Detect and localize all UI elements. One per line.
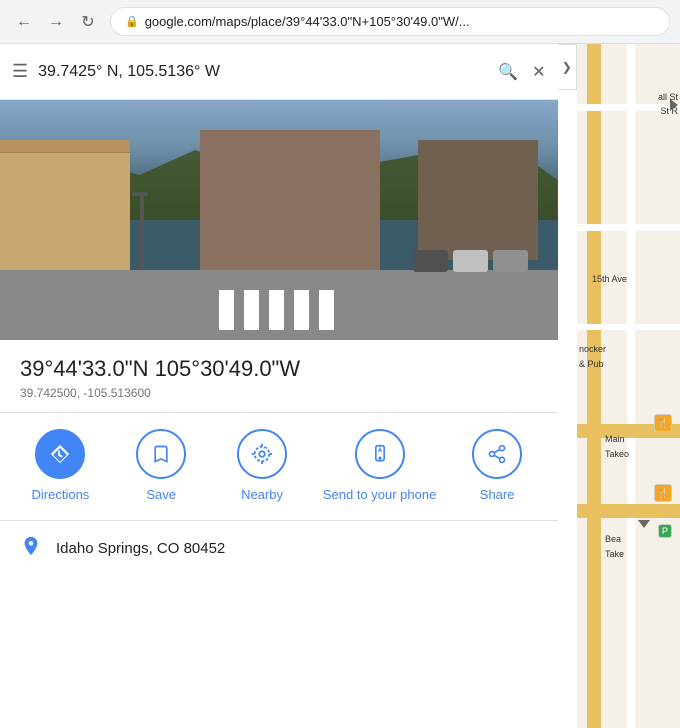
coords-dms: 39°44'33.0"N 105°30'49.0"W xyxy=(20,356,538,382)
map-road-h5 xyxy=(577,504,680,518)
browser-chrome: ← → ↻ 🔒 google.com/maps/place/39°44'33.0… xyxy=(0,0,680,44)
send-to-phone-circle xyxy=(355,429,405,479)
url-text: google.com/maps/place/39°44'33.0"N+105°3… xyxy=(145,14,470,29)
building-left xyxy=(0,150,130,280)
map-poi-green: P xyxy=(658,524,672,538)
search-input[interactable]: 39.7425° N, 105.5136° W xyxy=(38,63,488,81)
map-label-take2: Take xyxy=(605,549,624,559)
car-1 xyxy=(413,250,448,272)
building-left-roof xyxy=(0,140,130,152)
share-label: Share xyxy=(480,487,515,504)
map-poi-fork: 🍴 xyxy=(654,414,672,432)
left-panel: ☰ 39.7425° N, 105.5136° W 🔍 ✕ xyxy=(0,44,558,728)
map-road-h3 xyxy=(577,324,680,330)
action-directions[interactable]: Directions xyxy=(20,429,100,504)
building-right xyxy=(418,140,538,260)
road xyxy=(0,270,558,340)
cars xyxy=(413,250,528,272)
map-label-takeo1: Takeo xyxy=(605,449,629,459)
search-button[interactable]: 🔍 xyxy=(498,62,518,82)
action-save[interactable]: Save xyxy=(121,429,201,504)
directions-icon xyxy=(49,443,71,465)
sv-overlay xyxy=(0,100,558,340)
map-label-pub: & Pub xyxy=(579,359,604,369)
map-road-v1 xyxy=(627,44,635,728)
collapse-panel-button[interactable]: ❯ xyxy=(558,44,577,90)
nearby-label: Nearby xyxy=(241,487,283,504)
main-container: ☰ 39.7425° N, 105.5136° W 🔍 ✕ xyxy=(0,44,680,728)
reload-button[interactable]: ↻ xyxy=(74,8,102,36)
hamburger-icon[interactable]: ☰ xyxy=(12,61,28,82)
save-icon xyxy=(151,444,171,464)
action-send-to-phone[interactable]: Send to your phone xyxy=(323,429,436,504)
send-to-phone-label: Send to your phone xyxy=(323,487,436,504)
coordinates-section: 39°44'33.0"N 105°30'49.0"W 39.742500, -1… xyxy=(0,340,558,413)
map-arrow-right xyxy=(670,99,678,111)
actions-section: Directions Save xyxy=(0,413,558,521)
action-nearby[interactable]: Nearby xyxy=(222,429,302,504)
nearby-circle xyxy=(237,429,287,479)
location-pin-icon xyxy=(20,535,42,563)
street-view-image[interactable] xyxy=(0,100,558,340)
action-share[interactable]: Share xyxy=(457,429,537,504)
share-circle xyxy=(472,429,522,479)
location-text: Idaho Springs, CO 80452 xyxy=(56,540,225,557)
coords-decimal: 39.742500, -105.513600 xyxy=(20,386,538,400)
road-markings xyxy=(219,290,339,330)
map-arrow-down xyxy=(638,520,650,528)
clear-button[interactable]: ✕ xyxy=(532,62,545,82)
car-2 xyxy=(453,250,488,272)
search-bar: ☰ 39.7425° N, 105.5136° W 🔍 ✕ xyxy=(0,44,558,100)
map-label-main: Main xyxy=(605,434,625,444)
forward-button[interactable]: → xyxy=(42,8,70,36)
lamp-post xyxy=(140,192,144,272)
save-label: Save xyxy=(146,487,176,504)
map-poi-fork2: 🍴 xyxy=(654,484,672,502)
map-label-nocker: nocker xyxy=(579,344,606,354)
location-row: Idaho Springs, CO 80452 xyxy=(0,521,558,577)
phone-icon xyxy=(370,444,390,464)
map-label-15th: 15th Ave xyxy=(592,274,627,284)
lock-icon: 🔒 xyxy=(125,15,139,28)
map-label-bea: Bea xyxy=(605,534,621,544)
map-road-h2 xyxy=(577,224,680,231)
back-button[interactable]: ← xyxy=(10,8,38,36)
nav-buttons: ← → ↻ xyxy=(10,8,102,36)
nearby-icon xyxy=(251,443,273,465)
map-panel[interactable]: all St St R 15th Ave Main Takeo nocker &… xyxy=(577,44,680,728)
car-3 xyxy=(493,250,528,272)
save-circle xyxy=(136,429,186,479)
search-icons: 🔍 ✕ xyxy=(498,62,545,82)
share-icon xyxy=(487,444,507,464)
building-center xyxy=(200,130,380,280)
map-road-v2 xyxy=(587,44,601,728)
directions-label: Directions xyxy=(32,487,90,504)
address-bar[interactable]: 🔒 google.com/maps/place/39°44'33.0"N+105… xyxy=(110,7,670,36)
directions-circle xyxy=(35,429,85,479)
pin-icon xyxy=(20,535,42,557)
